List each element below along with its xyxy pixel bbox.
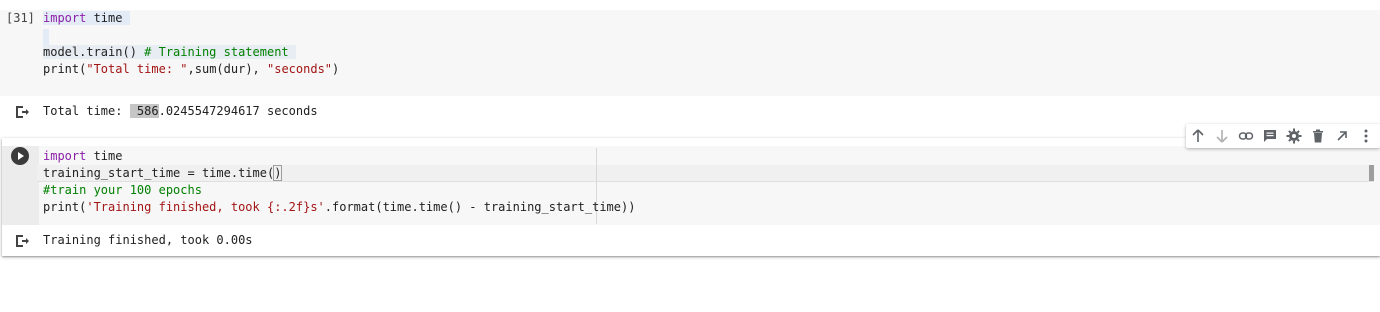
keyword: import <box>43 11 87 25</box>
code-text: model.train() <box>43 45 145 59</box>
selected-text: 586 <box>129 104 159 118</box>
link-icon[interactable] <box>1238 128 1254 144</box>
more-vert-icon[interactable] <box>1358 128 1374 144</box>
gear-icon[interactable] <box>1286 128 1302 144</box>
code-line: import time <box>43 148 122 165</box>
code-text: print( <box>43 62 87 76</box>
expand-icon[interactable] <box>1334 128 1350 144</box>
code-line: print("Total time: ",sum(dur), "seconds"… <box>43 61 339 78</box>
output-arrow-icon[interactable] <box>14 233 30 249</box>
output-text: Total time: <box>43 104 130 118</box>
code-line: #train your 100 epochs <box>43 182 202 199</box>
code-text: print( <box>43 200 87 214</box>
play-icon <box>18 152 24 160</box>
code-string: "Total time: " <box>86 62 188 76</box>
trash-icon[interactable] <box>1310 128 1326 144</box>
cell-output: Training finished, took 0.00s <box>43 233 253 247</box>
code-line: print('Training finished, took {:.2f}s'.… <box>43 199 635 216</box>
code-string: 'Training finished, took {:.2f}s' <box>86 200 325 214</box>
code-text: .format(time.time() - training_start_tim… <box>324 200 629 214</box>
output-text: .0245547294617 seconds <box>158 104 318 118</box>
cell-output: Total time: 586.0245547294617 seconds <box>43 103 318 120</box>
keyword: import <box>43 149 87 163</box>
execution-count: [31] <box>6 11 35 25</box>
scrollbar[interactable] <box>1369 165 1374 181</box>
run-cell-button[interactable] <box>11 147 29 165</box>
matched-bracket: ) <box>273 165 283 181</box>
code-string: "seconds" <box>267 62 333 76</box>
code-comment: #train your 100 epochs <box>43 183 202 197</box>
code-text: time <box>86 11 123 25</box>
arrow-up-icon[interactable] <box>1190 128 1206 144</box>
code-text: time <box>86 149 123 163</box>
arrow-down-icon[interactable] <box>1214 128 1230 144</box>
code-comment: # Training statement <box>144 45 289 59</box>
code-line: model.train() # Training statement <box>43 44 296 61</box>
output-arrow-icon[interactable] <box>14 104 30 120</box>
cell-toolbar <box>1186 124 1380 148</box>
code-line: training_start_time = time.time() <box>43 165 283 182</box>
code-line: import time <box>43 10 130 27</box>
code-text: ,sum(dur), <box>187 62 267 76</box>
code-text: ) <box>628 200 636 214</box>
code-text: ) <box>332 62 340 76</box>
comment-icon[interactable] <box>1262 128 1278 144</box>
code-text: training_start_time = time.time( <box>43 166 275 180</box>
